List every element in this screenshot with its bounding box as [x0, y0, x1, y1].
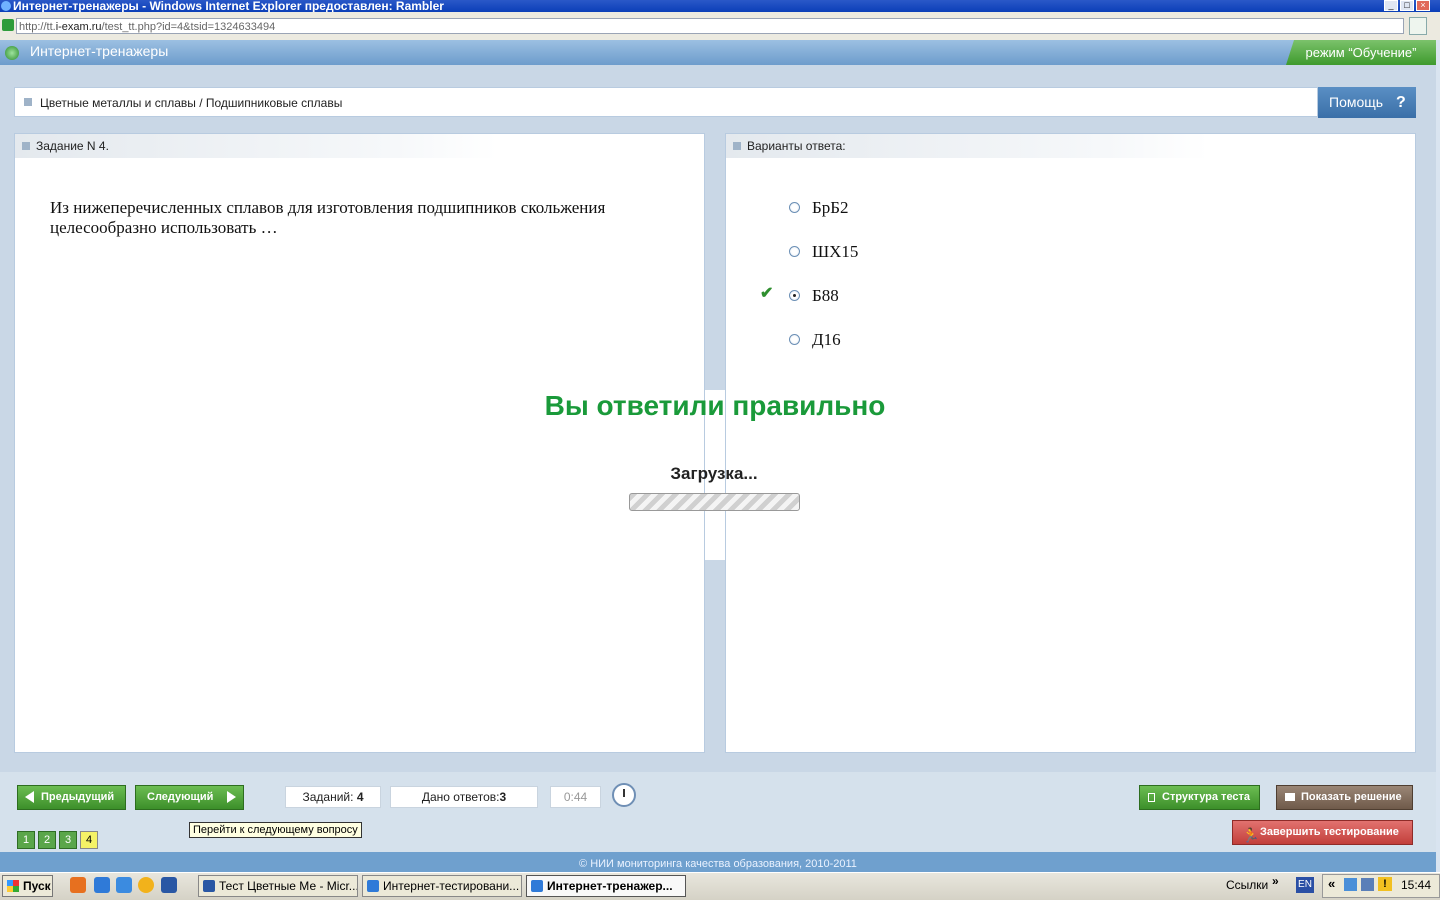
- taskbar-item-word[interactable]: Тест Цветные Ме - Micr...: [198, 875, 358, 897]
- word-icon[interactable]: [161, 877, 177, 893]
- language-indicator[interactable]: EN: [1296, 877, 1314, 893]
- app-logo-icon: [5, 46, 19, 60]
- network-alt-icon[interactable]: [1361, 878, 1374, 891]
- address-path: /test_tt.php?id=4&tsid=1324633494: [101, 21, 276, 33]
- answer-option-2[interactable]: ШХ15: [812, 242, 858, 262]
- ie-icon: [531, 880, 543, 892]
- answer-radio-1[interactable]: [789, 202, 800, 213]
- page-favicon-icon: [2, 19, 14, 31]
- document-icon: [1148, 793, 1155, 802]
- answers-label: Дано ответов:: [421, 790, 500, 804]
- chevron-left-icon[interactable]: «: [1328, 876, 1335, 891]
- answer-radio-3[interactable]: [789, 290, 800, 301]
- mode-badge: режим “Обучение”: [1286, 40, 1436, 65]
- running-man-icon: 🏃: [1242, 827, 1260, 843]
- ie-icon: [367, 880, 379, 892]
- address-field[interactable]: http://tt.i-exam.ru/test_tt.php?id=4&tsi…: [16, 18, 1404, 34]
- previous-button[interactable]: Предыдущий: [17, 785, 126, 810]
- question-number: Задание N 4.: [36, 139, 109, 153]
- question-panel-header: [15, 134, 704, 158]
- test-structure-label: Структура теста: [1162, 791, 1251, 803]
- next-label: Следующий: [147, 791, 214, 803]
- taskbar-item-ie-trainers[interactable]: Интернет-тренажер...: [526, 875, 686, 897]
- answers-header: Варианты ответа:: [747, 139, 846, 153]
- address-prefix: http://tt.: [19, 21, 56, 33]
- question-text: Из нижеперечисленных сплавов для изготов…: [50, 198, 606, 237]
- answer-radio-4[interactable]: [789, 334, 800, 345]
- loading-progress-bar: [629, 493, 800, 511]
- network-icon[interactable]: [1344, 878, 1357, 891]
- answer-option-4[interactable]: Д16: [812, 330, 841, 350]
- tasks-label: Заданий:: [302, 790, 354, 804]
- ie-alt-icon[interactable]: [116, 877, 132, 893]
- window-title: Интернет-тренажеры - Windows Internet Ex…: [13, 0, 444, 12]
- book-icon: [1285, 793, 1295, 801]
- page-1[interactable]: 1: [17, 831, 35, 849]
- media-player-icon[interactable]: [138, 877, 154, 893]
- firefox-icon[interactable]: [70, 877, 86, 893]
- breadcrumb-text: Цветные металлы и сплавы / Подшипниковые…: [40, 96, 343, 110]
- question-mark-icon: ?: [1396, 94, 1406, 111]
- answer-option-1[interactable]: БрБ2: [812, 198, 849, 218]
- close-window-button[interactable]: ×: [1416, 0, 1430, 11]
- previous-label: Предыдущий: [41, 791, 115, 803]
- timer: 0:44: [550, 786, 601, 808]
- page-4[interactable]: 4: [80, 831, 98, 849]
- links-toolbar[interactable]: Ссылки: [1226, 878, 1268, 892]
- next-tooltip: Перейти к следующему вопросу: [189, 822, 362, 838]
- next-button[interactable]: Следующий: [135, 785, 244, 810]
- start-label: Пуск: [23, 879, 51, 893]
- checkmark-icon: ✔: [760, 285, 774, 302]
- clock-time: 15:44: [1401, 878, 1432, 892]
- tasks-value: 4: [356, 790, 364, 804]
- start-button[interactable]: Пуск: [2, 875, 53, 897]
- help-button[interactable]: Помощь ?: [1318, 87, 1416, 118]
- bullet-square-icon: [733, 142, 741, 150]
- windows-logo-icon: [7, 880, 19, 892]
- test-structure-button[interactable]: Структура теста: [1139, 785, 1260, 810]
- app-title: Интернет-тренажеры: [30, 43, 169, 59]
- minimize-button[interactable]: _: [1384, 0, 1398, 11]
- show-solution-label: Показать решение: [1301, 791, 1402, 803]
- answers-count: Дано ответов:3: [390, 786, 538, 808]
- finish-test-button[interactable]: 🏃 Завершить тестирование: [1232, 820, 1413, 845]
- arrow-right-icon: [227, 791, 236, 803]
- scrollbar[interactable]: [1436, 40, 1440, 872]
- address-domain: i-exam.ru: [55, 21, 102, 33]
- taskbar-item-ie-testing[interactable]: Интернет-тестировани...: [362, 875, 522, 897]
- ie-icon[interactable]: [94, 877, 110, 893]
- clock-icon: [612, 783, 636, 807]
- answer-radio-2[interactable]: [789, 246, 800, 257]
- app-header: [0, 40, 1436, 65]
- bullet-square-icon: [24, 98, 32, 106]
- footer-copyright: © НИИ мониторинга качества образования, …: [0, 852, 1436, 872]
- maximize-button[interactable]: □: [1400, 0, 1414, 11]
- answers-panel: [725, 133, 1416, 753]
- taskbar-item-label: Тест Цветные Ме - Micr...: [219, 879, 358, 893]
- page-3[interactable]: 3: [59, 831, 77, 849]
- answers-value: 3: [499, 790, 507, 804]
- arrow-left-icon: [25, 791, 34, 803]
- taskbar-item-label: Интернет-тестировани...: [383, 879, 520, 893]
- ie-logo-icon: [1, 1, 11, 11]
- help-label: Помощь: [1329, 94, 1384, 110]
- tasks-count: Заданий: 4: [285, 786, 381, 808]
- answer-option-3[interactable]: Б88: [812, 286, 839, 306]
- show-solution-button[interactable]: Показать решение: [1276, 785, 1413, 810]
- loading-label: Загрузка...: [670, 464, 758, 483]
- go-icon[interactable]: [1409, 17, 1427, 35]
- result-message: Вы ответили правильно: [544, 390, 886, 421]
- chevron-right-icon[interactable]: »: [1272, 874, 1279, 888]
- page-2[interactable]: 2: [38, 831, 56, 849]
- taskbar-item-label: Интернет-тренажер...: [547, 879, 673, 893]
- bullet-square-icon: [22, 142, 30, 150]
- finish-test-label: Завершить тестирование: [1260, 826, 1399, 838]
- warning-icon[interactable]: !: [1378, 877, 1392, 891]
- word-doc-icon: [203, 880, 215, 892]
- window-title-bar: Интернет-тренажеры - Windows Internet Ex…: [0, 0, 1440, 12]
